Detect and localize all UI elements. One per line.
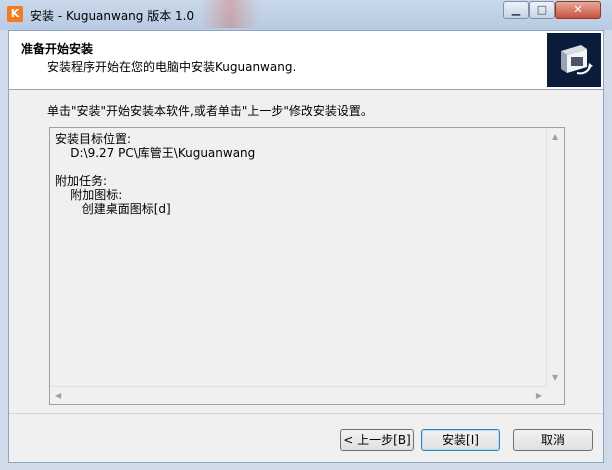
scroll-right-icon[interactable]: ▶ [536,391,542,401]
installer-window: K 安装 - Kuguanwang 版本 1.0 ▁ □ ✕ 准备开始安装 安装… [0,0,612,470]
scrollbar-corner [547,387,564,404]
horizontal-scrollbar[interactable]: ◀ ▶ [50,386,547,404]
footer-divider [9,413,603,414]
wizard-body: 准备开始安装 安装程序开始在您的电脑中安装Kuguanwang. 单击"安装"开… [8,30,604,463]
scroll-up-icon[interactable]: ▲ [552,132,558,142]
minimize-button[interactable]: ▁ [503,1,529,19]
install-summary-text: 安装目标位置: D:\9.27 PC\库管王\Kuguanwang 附加任务: … [55,132,256,216]
cancel-button[interactable]: 取消 [513,429,593,451]
scroll-left-icon[interactable]: ◀ [55,391,61,401]
close-button[interactable]: ✕ [555,1,601,19]
installer-logo [547,33,601,87]
page-title: 准备开始安装 [21,42,94,56]
title-bar[interactable]: K 安装 - Kuguanwang 版本 1.0 ▁ □ ✕ [0,0,612,30]
wizard-header: 准备开始安装 安装程序开始在您的电脑中安装Kuguanwang. [9,31,603,90]
back-button[interactable]: < 上一步[B] [340,429,414,451]
vertical-scrollbar[interactable]: ▲ ▼ [546,128,564,387]
title-bar-blur [200,0,260,28]
install-summary-box[interactable]: 安装目标位置: D:\9.27 PC\库管王\Kuguanwang 附加任务: … [49,127,565,405]
maximize-button[interactable]: □ [529,1,555,19]
instruction-text: 单击"安装"开始安装本软件,或者单击"上一步"修改安装设置。 [47,104,373,118]
scroll-down-icon[interactable]: ▼ [552,373,558,383]
page-subtitle: 安装程序开始在您的电脑中安装Kuguanwang. [47,60,297,74]
computer-box-icon [547,33,601,87]
window-title: 安装 - Kuguanwang 版本 1.0 [30,9,195,23]
app-icon: K [7,6,23,22]
install-button[interactable]: 安装[I] [421,429,500,451]
